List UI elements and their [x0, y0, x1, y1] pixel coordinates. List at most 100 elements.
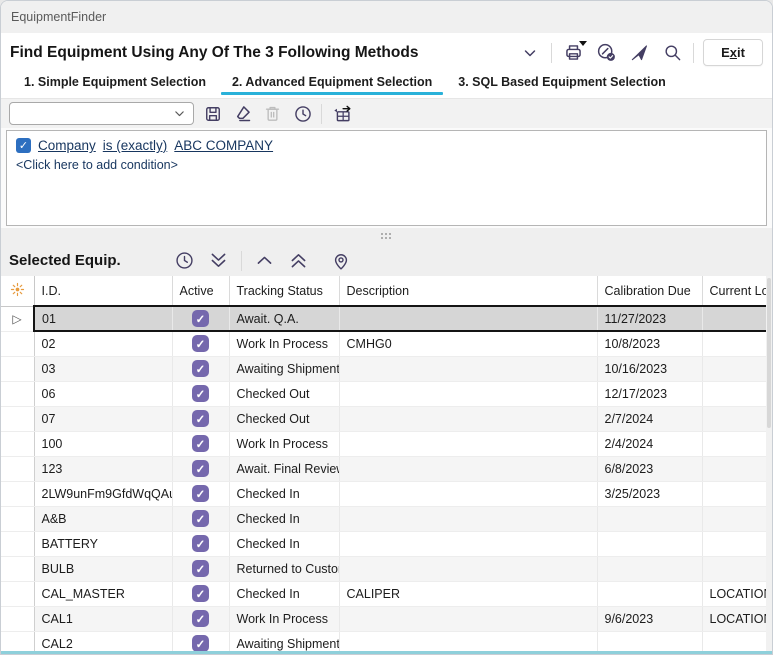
cell-description[interactable] [339, 456, 597, 481]
condition-box[interactable]: ✓ Company is (exactly) ABC COMPANY <Clic… [6, 130, 767, 226]
col-header-active[interactable]: Active [172, 276, 229, 306]
active-checkbox[interactable]: ✓ [192, 610, 209, 627]
expand-one-icon[interactable] [253, 249, 276, 272]
cell-current_location[interactable] [702, 531, 768, 556]
chevron-down-icon[interactable] [518, 41, 542, 65]
cell-id[interactable]: BATTERY [34, 531, 172, 556]
cell-calibration_due[interactable]: 3/25/2023 [597, 481, 702, 506]
cell-description[interactable] [339, 481, 597, 506]
table-row[interactable]: ▷01✓Await. Q.A.11/27/2023 [1, 306, 768, 331]
tab-advanced-selection[interactable]: 2. Advanced Equipment Selection [219, 72, 445, 95]
history-icon[interactable] [291, 102, 314, 125]
scrollbar-thumb[interactable] [767, 278, 771, 428]
cell-description[interactable] [339, 306, 597, 331]
active-checkbox[interactable]: ✓ [192, 560, 209, 577]
cell-calibration_due[interactable] [597, 581, 702, 606]
condition-operator-link[interactable]: is (exactly) [103, 138, 168, 153]
row-selector[interactable] [1, 431, 34, 456]
cell-current_location[interactable]: LOCATION 1 [702, 581, 768, 606]
cell-current_location[interactable] [702, 556, 768, 581]
table-row[interactable]: CAL1✓Work In Process9/6/2023LOCATION 1 [1, 606, 768, 631]
add-condition-link[interactable]: <Click here to add condition> [16, 158, 757, 172]
cell-tracking_status[interactable]: Await. Q.A. [229, 306, 339, 331]
cell-calibration_due[interactable] [597, 531, 702, 556]
cell-id[interactable]: CAL_MASTER [34, 581, 172, 606]
cell-active[interactable]: ✓ [172, 556, 229, 581]
cell-tracking_status[interactable]: Checked Out [229, 406, 339, 431]
active-checkbox[interactable]: ✓ [192, 635, 209, 652]
splitter-handle[interactable] [1, 228, 772, 245]
cell-tracking_status[interactable]: Work In Process [229, 331, 339, 356]
cell-calibration_due[interactable]: 2/4/2024 [597, 431, 702, 456]
row-selector[interactable] [1, 531, 34, 556]
condition-value-link[interactable]: ABC COMPANY [174, 138, 273, 153]
collapse-all-icon[interactable] [207, 249, 230, 272]
cell-calibration_due[interactable]: 10/8/2023 [597, 331, 702, 356]
cell-active[interactable]: ✓ [172, 331, 229, 356]
cell-current_location[interactable] [702, 506, 768, 531]
cell-active[interactable]: ✓ [172, 606, 229, 631]
cell-current_location[interactable] [702, 356, 768, 381]
table-row[interactable]: BATTERY✓Checked In [1, 531, 768, 556]
cell-calibration_due[interactable] [597, 556, 702, 581]
cell-active[interactable]: ✓ [172, 381, 229, 406]
cell-id[interactable]: BULB [34, 556, 172, 581]
row-selector-header[interactable] [1, 276, 34, 306]
table-row[interactable]: 2LW9unFm9GfdWqQAuiF✓Checked In3/25/2023 [1, 481, 768, 506]
cell-id[interactable]: 100 [34, 431, 172, 456]
cell-current_location[interactable] [702, 406, 768, 431]
location-icon[interactable] [330, 249, 353, 272]
cell-description[interactable] [339, 356, 597, 381]
saved-query-combobox[interactable] [9, 102, 194, 125]
row-selector[interactable] [1, 506, 34, 531]
export-grid-icon[interactable] [329, 102, 352, 125]
cell-description[interactable]: CMHG0 [339, 331, 597, 356]
cell-id[interactable]: 02 [34, 331, 172, 356]
cell-calibration_due[interactable] [597, 506, 702, 531]
cell-tracking_status[interactable]: Work In Process [229, 606, 339, 631]
active-checkbox[interactable]: ✓ [192, 535, 209, 552]
cell-current_location[interactable] [702, 306, 768, 331]
active-checkbox[interactable]: ✓ [192, 310, 209, 327]
cell-calibration_due[interactable]: 6/8/2023 [597, 456, 702, 481]
cell-tracking_status[interactable]: Checked In [229, 481, 339, 506]
cell-tracking_status[interactable]: Returned to Customer [229, 556, 339, 581]
condition-field-link[interactable]: Company [38, 138, 96, 153]
active-checkbox[interactable]: ✓ [192, 385, 209, 402]
cell-description[interactable] [339, 381, 597, 406]
cell-description[interactable] [339, 556, 597, 581]
cell-current_location[interactable] [702, 381, 768, 406]
table-row[interactable]: 02✓Work In ProcessCMHG010/8/2023 [1, 331, 768, 356]
exit-button[interactable]: Exit [703, 39, 763, 66]
row-selector[interactable] [1, 356, 34, 381]
table-row[interactable]: 07✓Checked Out2/7/2024 [1, 406, 768, 431]
cell-description[interactable]: CALIPER [339, 581, 597, 606]
col-header-description[interactable]: Description [339, 276, 597, 306]
table-row[interactable]: CAL_MASTER ✓ Checked InCALIPER LOCATION 1 [1, 581, 768, 606]
cell-current_location[interactable] [702, 456, 768, 481]
active-checkbox[interactable]: ✓ [192, 585, 209, 602]
table-row[interactable]: BULB ✓ Returned to Customer [1, 556, 768, 581]
row-selector[interactable] [1, 456, 34, 481]
cell-active[interactable]: ✓ [172, 531, 229, 556]
cell-tracking_status[interactable]: Checked In [229, 581, 339, 606]
row-selector[interactable] [1, 581, 34, 606]
cell-tracking_status[interactable]: Await. Final Review [229, 456, 339, 481]
cell-active[interactable]: ✓ [172, 306, 229, 331]
cell-calibration_due[interactable]: 2/7/2024 [597, 406, 702, 431]
print-icon[interactable] [561, 41, 585, 65]
cell-tracking_status[interactable]: Awaiting Shipment [229, 356, 339, 381]
table-row[interactable]: 06✓Checked Out12/17/2023 [1, 381, 768, 406]
row-selector[interactable] [1, 331, 34, 356]
col-header-current-location[interactable]: Current Location [702, 276, 768, 306]
cell-description[interactable] [339, 531, 597, 556]
table-row[interactable]: 123✓Await. Final Review6/8/2023 [1, 456, 768, 481]
cell-id[interactable]: 2LW9unFm9GfdWqQAuiF [34, 481, 172, 506]
col-header-id[interactable]: I.D. [34, 276, 172, 306]
cell-id[interactable]: 07 [34, 406, 172, 431]
cell-calibration_due[interactable]: 10/16/2023 [597, 356, 702, 381]
cell-id[interactable]: 03 [34, 356, 172, 381]
save-icon[interactable] [201, 102, 224, 125]
cell-active[interactable]: ✓ [172, 456, 229, 481]
cell-description[interactable] [339, 406, 597, 431]
